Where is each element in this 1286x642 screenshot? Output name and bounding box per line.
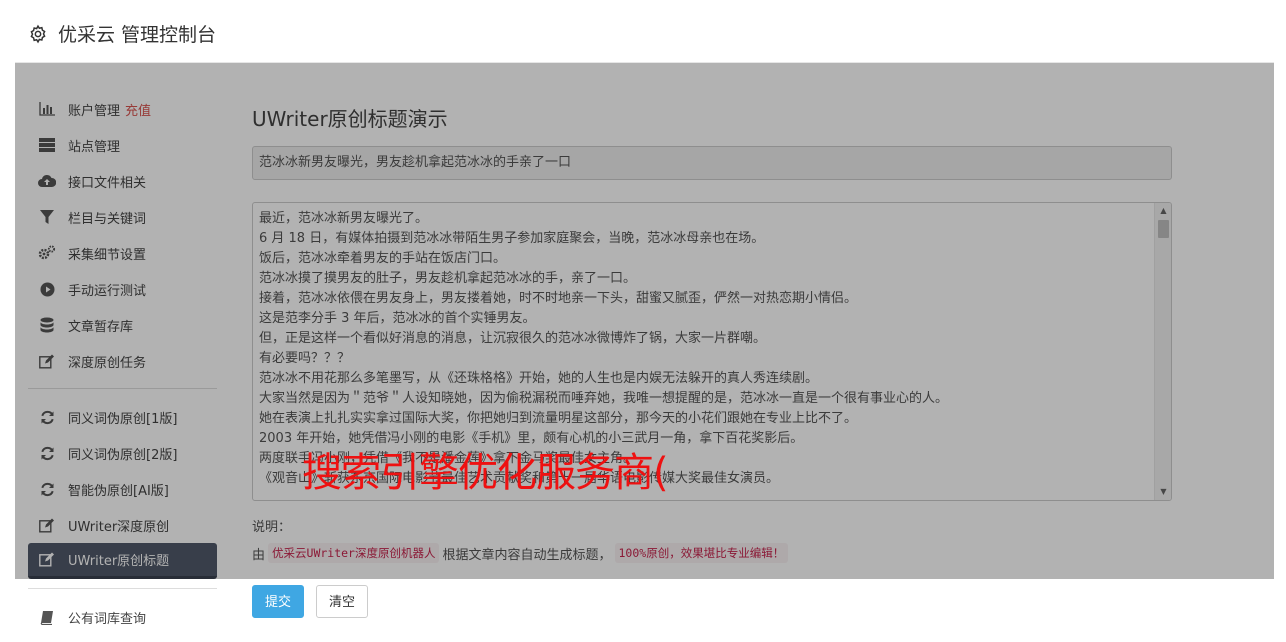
article-line: 6 月 18 日，有媒体拍摄到范冰冰带陌生男子参加家庭聚会，当晚，范冰冰母亲也在… — [259, 231, 765, 246]
scrollbar-thumb[interactable] — [1158, 220, 1169, 238]
sidebar-item-label: 深度原创任务 — [68, 355, 147, 371]
clear-button[interactable]: 清空 — [316, 585, 369, 618]
sidebar-item-interface-files[interactable]: 接口文件相关 — [28, 163, 217, 199]
scroll-up-icon[interactable]: ▲ — [1155, 204, 1171, 218]
recharge-link[interactable]: 充值 — [125, 100, 151, 119]
article-line: 饭后，范冰冰牵着男友的手站在饭店门口。 — [259, 251, 507, 266]
sidebar-item-collect-settings[interactable]: 采集细节设置 — [28, 235, 217, 271]
filter-icon — [38, 208, 56, 226]
article-line: 大家当然是因为＂范爷＂人设知晓她，因为偷税漏税而唾弃她，我唯一想提醒的是，范冰冰… — [259, 391, 949, 406]
sidebar-item-label: 智能伪原创[AI版] — [68, 483, 169, 499]
page-title: UWriter原创标题演示 — [252, 107, 448, 131]
sidebar-divider — [28, 388, 217, 389]
watermark-text: 搜索引擎优化服务商( — [302, 450, 669, 496]
edit-icon — [38, 551, 56, 569]
sidebar-nav: 账户管理 充值 站点管理 接口文件相关 栏目与关键词 采集细节设置 手动运行测试… — [28, 91, 217, 635]
article-line: 有必要吗？？？ — [259, 351, 351, 366]
sidebar-item-label: 栏目与关键词 — [68, 211, 147, 227]
refresh-icon — [38, 444, 56, 462]
sidebar-item-label: 同义词伪原创[2版] — [68, 447, 178, 463]
sidebar-item-columns-keywords[interactable]: 栏目与关键词 — [28, 199, 217, 235]
page-header-title: 优采云 管理控制台 — [58, 24, 217, 46]
sidebar-item-label: 站点管理 — [68, 139, 121, 155]
bar-chart-icon — [38, 100, 56, 118]
article-line: 但，正是这样一个看似好消息的消息，让沉寂很久的范冰冰微博炸了锅，大家一片群嘲。 — [259, 331, 767, 346]
sidebar-item-label: 公有词库查询 — [68, 611, 147, 627]
sidebar-divider — [28, 588, 217, 589]
sidebar-item-label: 接口文件相关 — [68, 175, 147, 191]
submit-button[interactable]: 提交 — [252, 585, 305, 618]
sidebar-item-uwriter-title[interactable]: UWriter原创标题 — [28, 543, 217, 579]
cloud-upload-icon — [38, 172, 56, 190]
article-line: 接着，范冰冰依偎在男友身上，男友搂着她，时不时地亲一下头，甜蜜又腻歪，俨然一对热… — [259, 291, 858, 306]
desc-prefix: 由 — [252, 547, 266, 563]
sidebar-item-label: 手动运行测试 — [68, 283, 147, 299]
refresh-icon — [38, 408, 56, 426]
desc-middle: 根据文章内容自动生成标题， — [442, 547, 612, 563]
article-line: 范冰冰不用花那么多笔墨写，从《还珠格格》开始，她的人生也是内娱无法躲开的真人秀连… — [259, 371, 819, 386]
description-text: 由 优采云UWriter深度原创机器人 根据文章内容自动生成标题， 100%原创… — [252, 543, 1172, 563]
play-circle-icon — [38, 280, 56, 298]
description-label: 说明： — [252, 520, 292, 535]
top-header: 优采云 管理控制台 — [15, 5, 1274, 63]
sidebar-item-uwriter-deep[interactable]: UWriter深度原创 — [28, 507, 217, 543]
sidebar-item-deep-original-task[interactable]: 深度原创任务 — [28, 343, 217, 379]
article-line: 最近，范冰冰新男友曝光了。 — [259, 211, 429, 226]
sidebar-item-label: 文章暂存库 — [68, 319, 134, 335]
article-line: 范冰冰摸了摸男友的肚子，男友趁机拿起范冰冰的手，亲了一口。 — [259, 271, 637, 286]
sidebar-item-label: 账户管理 — [68, 103, 121, 119]
sidebar-item-label: 同义词伪原创[1版] — [68, 411, 178, 427]
gear-icon — [30, 24, 46, 43]
article-line: 她在表演上扎扎实实拿过国际大奖，你把她归到流量明星这部分，那今天的小花们跟她在专… — [259, 411, 858, 426]
sidebar-item-synonym-v2[interactable]: 同义词伪原创[2版] — [28, 435, 217, 471]
generated-title-field[interactable]: 范冰冰新男友曝光，男友趁机拿起范冰冰的手亲了一口 — [252, 146, 1172, 180]
cogs-icon — [38, 244, 56, 262]
edit-icon — [38, 516, 56, 534]
sidebar-item-manual-run[interactable]: 手动运行测试 — [28, 271, 217, 307]
sidebar-item-synonym-v1[interactable]: 同义词伪原创[1版] — [28, 399, 217, 435]
refresh-icon — [38, 480, 56, 498]
sidebar-item-label: UWriter深度原创 — [68, 519, 170, 535]
main-panel: UWriter原创标题演示 范冰冰新男友曝光，男友趁机拿起范冰冰的手亲了一口 最… — [252, 103, 1172, 618]
sidebar-item-label: UWriter原创标题 — [68, 554, 170, 569]
sidebar-item-account[interactable]: 账户管理 充值 — [28, 91, 217, 127]
sidebar-item-article-store[interactable]: 文章暂存库 — [28, 307, 217, 343]
vertical-scrollbar[interactable]: ▲ ▼ — [1154, 203, 1171, 500]
scroll-down-icon[interactable]: ▼ — [1155, 485, 1171, 499]
book-icon — [38, 608, 56, 626]
article-line: 这是范李分手 3 年后，范冰冰的首个实锤男友。 — [259, 311, 536, 326]
content-area: 账户管理 充值 站点管理 接口文件相关 栏目与关键词 采集细节设置 手动运行测试… — [15, 63, 1274, 642]
sidebar-item-sites[interactable]: 站点管理 — [28, 127, 217, 163]
sidebar-item-public-thesaurus[interactable]: 公有词库查询 — [28, 599, 217, 635]
database-icon — [38, 316, 56, 334]
desc-code-robot: 优采云UWriter深度原创机器人 — [268, 543, 440, 563]
sidebar-item-ai-rewrite[interactable]: 智能伪原创[AI版] — [28, 471, 217, 507]
action-buttons: 提交 清空 — [252, 585, 1172, 618]
sidebar-item-label: 采集细节设置 — [68, 247, 147, 263]
desc-code-original: 100%原创，效果堪比专业编辑！ — [614, 543, 789, 563]
edit-icon — [38, 352, 56, 370]
server-icon — [38, 136, 56, 154]
